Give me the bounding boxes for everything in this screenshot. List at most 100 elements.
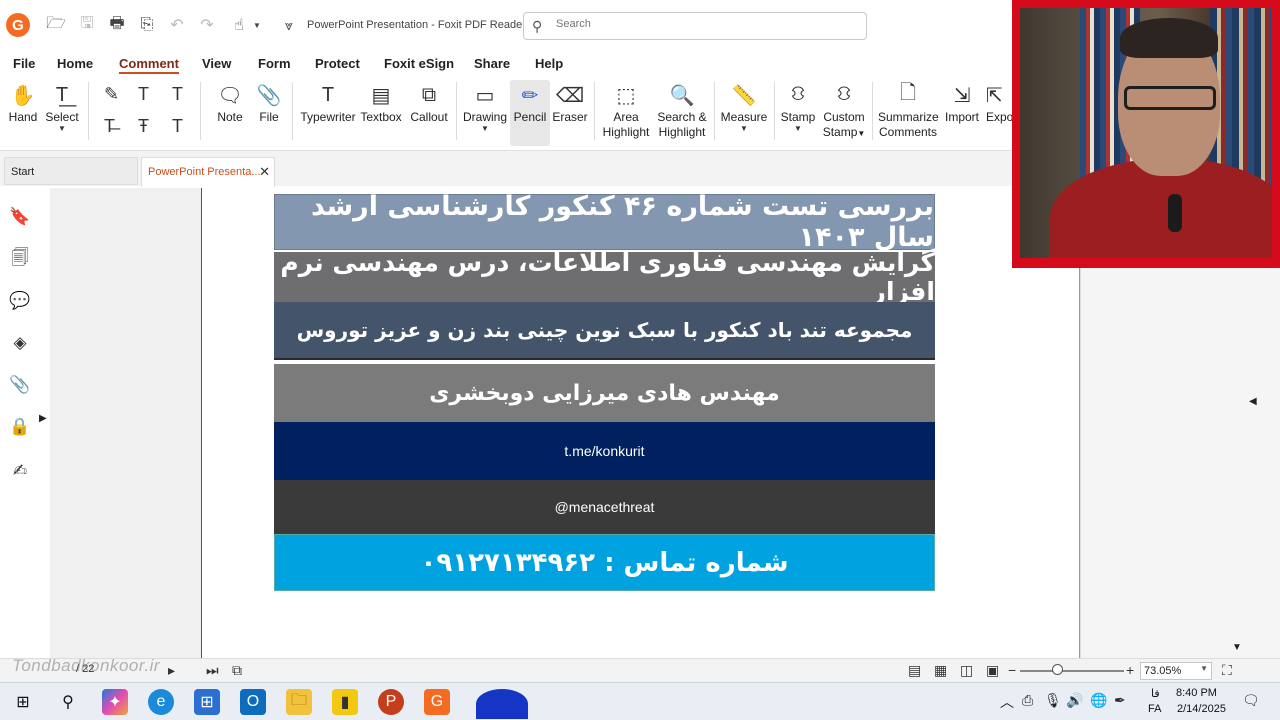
divider [774, 82, 775, 140]
callout-button[interactable]: ⧉ Callout [408, 80, 450, 125]
search-highlight-button[interactable]: 🔍 Search & Highlight [656, 80, 708, 140]
attachment-icon[interactable]: 📎 [9, 374, 31, 396]
redo-icon[interactable]: ↷ [196, 14, 218, 36]
store-icon[interactable]: ⊞ [194, 689, 220, 715]
zoom-level-select[interactable]: 73.05% ▼ [1140, 662, 1212, 680]
slide-phone: شماره تماس : ۰۹۱۲۷۱۳۴۹۶۲ [274, 534, 935, 591]
replace-text-icon[interactable]: Ŧ [138, 116, 149, 137]
facing-view-icon[interactable]: ◫ [960, 662, 973, 679]
divider [714, 82, 715, 140]
menu-comment[interactable]: Comment [119, 56, 179, 74]
menu-view[interactable]: View [202, 56, 231, 71]
note-button[interactable]: 🗨 Note [212, 80, 248, 125]
single-page-view-icon[interactable]: ▤ [908, 662, 921, 679]
scroll-down-icon[interactable]: ▼ [1232, 642, 1242, 653]
file-explorer-icon[interactable]: 🗀 [286, 689, 312, 715]
clock-date[interactable]: 2/14/2025 [1177, 703, 1226, 715]
measure-button[interactable]: 📏 Measure ▼ [720, 80, 768, 133]
signature-icon[interactable]: ✍ [9, 460, 31, 482]
undo-icon[interactable]: ↶ [166, 14, 188, 36]
menu-protect[interactable]: Protect [315, 56, 360, 71]
print-icon[interactable]: 🖶 [106, 14, 128, 36]
textbox-button[interactable]: ▤ Textbox [360, 80, 402, 125]
file-attach-button[interactable]: 📎 File [254, 80, 284, 125]
foxit-taskbar-icon[interactable]: G [424, 689, 450, 715]
select-button[interactable]: T͟ Select ▼ [44, 80, 80, 133]
squiggly-text-icon[interactable]: T [172, 84, 183, 105]
area-highlight-button[interactable]: ⬚ Area Highlight [600, 80, 652, 140]
pencil-button[interactable]: ✏ Pencil [510, 80, 550, 146]
ruler-icon: 📏 [731, 84, 757, 107]
tab-document[interactable]: PowerPoint Presenta... ✕ [141, 157, 275, 187]
lock-icon[interactable]: 🔒 [9, 416, 31, 438]
stamp-icon: ⛻ [790, 82, 806, 105]
continuous-view-icon[interactable]: ▦ [934, 662, 947, 679]
microphone-icon[interactable]: 🎙 [1044, 692, 1062, 709]
outlook-icon[interactable]: O [240, 689, 266, 715]
camera-icon[interactable]: ⎙ [1022, 692, 1033, 709]
powerpoint-icon[interactable]: P [378, 689, 404, 715]
search-box[interactable]: ⚲ [523, 12, 867, 40]
summarize-comments-button[interactable]: 🗋 Summarize Comments [878, 80, 939, 140]
copy-page-icon[interactable]: ⧉ [232, 662, 242, 679]
edge-icon[interactable]: e [148, 689, 174, 715]
zoom-in-icon[interactable]: + [1126, 662, 1134, 678]
highlight-pen-icon[interactable]: ✎ [104, 84, 119, 105]
menu-form[interactable]: Form [258, 56, 291, 71]
chevron-up-icon[interactable]: ︿ [1000, 692, 1014, 712]
network-icon[interactable]: 🌐 [1090, 692, 1107, 709]
menu-share[interactable]: Share [474, 56, 510, 71]
fullscreen-icon[interactable]: ⛶ [1222, 662, 1232, 679]
open-folder-icon[interactable]: 🗁 [45, 14, 67, 36]
last-page-icon[interactable]: ⏭ [206, 662, 219, 679]
close-icon[interactable]: ✕ [259, 164, 270, 180]
new-doc-icon[interactable]: ⎘ [136, 14, 158, 36]
stamp-button[interactable]: ⛻ Stamp ▼ [780, 80, 816, 133]
import-button[interactable]: ⇲ Import [942, 80, 982, 125]
tab-start[interactable]: Start [4, 157, 138, 185]
textbox-icon: ▤ [371, 84, 391, 107]
search-input[interactable] [556, 18, 856, 30]
expand-sidebar-icon[interactable]: ▶ [39, 413, 47, 424]
typewriter-icon: T [321, 83, 335, 106]
first-page-icon[interactable]: ▸ [168, 662, 175, 679]
language-indicator-native[interactable]: فا [1151, 687, 1160, 700]
notifications-icon[interactable]: 🗨 [1242, 692, 1260, 709]
cursor-highlight [476, 689, 528, 719]
menu-help[interactable]: Help [535, 56, 563, 71]
bookmark-icon[interactable]: 🔖 [9, 206, 31, 228]
menu-foxit-esign[interactable]: Foxit eSign [384, 56, 454, 71]
typewriter-button[interactable]: T Typewriter [300, 80, 356, 125]
volume-icon[interactable]: 🔊 [1066, 692, 1083, 709]
zoom-out-icon[interactable]: − [1008, 662, 1016, 678]
strikeout-text-icon[interactable]: T̶ [104, 116, 115, 137]
hand-icon: ✋ [10, 84, 36, 107]
clock-time[interactable]: 8:40 PM [1176, 687, 1217, 699]
hand-button[interactable]: ✋ Hand [6, 80, 40, 125]
zoom-slider[interactable] [1020, 670, 1124, 672]
zoom-slider-handle[interactable] [1052, 664, 1063, 675]
pages-icon[interactable]: 🗐 [9, 248, 31, 270]
drawing-button[interactable]: ▭ Drawing ▼ [462, 80, 508, 133]
continuous-facing-icon[interactable]: ▣ [986, 662, 999, 679]
insert-text-icon[interactable]: T [172, 116, 183, 137]
language-indicator[interactable]: FA [1148, 703, 1161, 715]
pen-icon[interactable]: ✒ [1114, 692, 1126, 709]
save-icon[interactable]: 🖫 [76, 14, 98, 36]
custom-stamp-button[interactable]: ⛻ Custom Stamp▼ [820, 80, 868, 141]
export-button[interactable]: ⇱ Expo [986, 80, 1012, 125]
underline-text-icon[interactable]: T [138, 84, 149, 105]
chevron-down-icon[interactable]: ▼ [246, 14, 268, 36]
collapse-right-panel-icon[interactable]: ◀ [1249, 396, 1257, 407]
comments-icon[interactable]: 💬 [9, 290, 31, 312]
windows-start-icon[interactable]: ⊞ [10, 689, 36, 715]
menu-file[interactable]: File [13, 56, 35, 71]
search-icon[interactable]: ⚲ [55, 689, 81, 715]
custom-stamp-icon: ⛻ [836, 82, 852, 105]
eraser-button[interactable]: ⌫ Eraser [552, 80, 588, 125]
copilot-icon[interactable]: ✦ [102, 689, 128, 715]
power-bi-icon[interactable]: ▮ [332, 689, 358, 715]
customize-toolbar-icon[interactable]: ⩔ [278, 14, 300, 36]
layers-icon[interactable]: ◈ [9, 332, 31, 354]
menu-home[interactable]: Home [57, 56, 93, 71]
